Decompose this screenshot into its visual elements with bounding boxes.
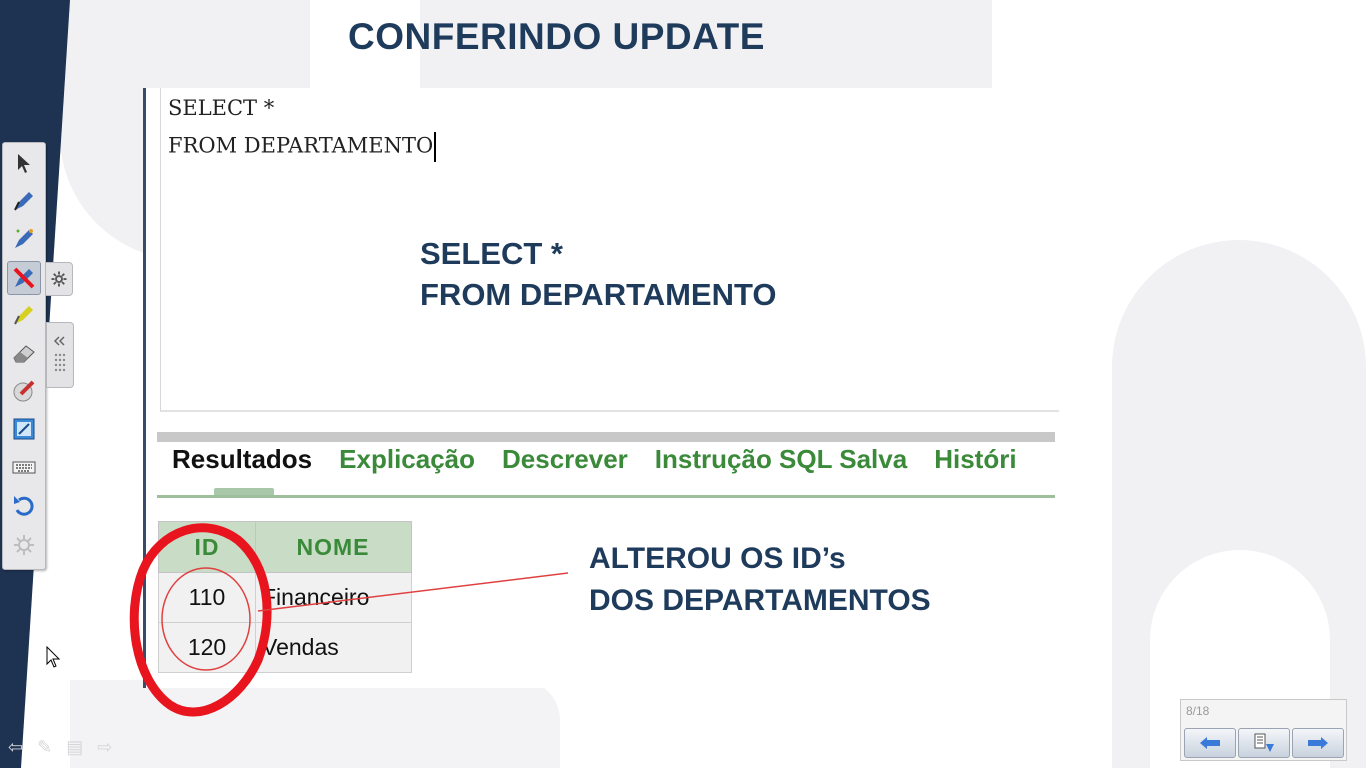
creative-pen-icon[interactable]: [8, 223, 40, 255]
ink-annotations: [129, 523, 569, 717]
eraser-icon[interactable]: [8, 337, 40, 369]
pen-icon[interactable]: ✎: [37, 737, 52, 758]
right-arrow-icon: [1308, 737, 1328, 749]
pen-settings-gear-icon[interactable]: [45, 262, 73, 296]
pen-icon[interactable]: [8, 185, 40, 217]
undo-icon[interactable]: [8, 489, 40, 521]
page-indicator: 8/18: [1186, 704, 1210, 718]
collapse-arrows-icon: [53, 336, 66, 372]
mouse-cursor-icon: [46, 646, 61, 668]
menu-down-icon: [1254, 733, 1274, 752]
slide-navigator: 8/18: [1180, 699, 1347, 761]
next-arrow-icon[interactable]: ⇨: [97, 737, 112, 758]
magic-pen-icon[interactable]: [8, 375, 40, 407]
ink-pointer-line: [257, 572, 569, 612]
previous-arrow-icon[interactable]: ⇦: [8, 737, 23, 758]
ink-circle-bold: [129, 523, 272, 717]
highlighter-icon[interactable]: [8, 299, 40, 331]
ink-circle-thin: [161, 567, 251, 671]
settings-icon[interactable]: [8, 529, 40, 561]
menu-icon[interactable]: ▤: [66, 737, 83, 758]
keyboard-icon[interactable]: [8, 451, 40, 483]
pen-toolbar: [2, 142, 46, 570]
left-arrow-icon: [1200, 737, 1220, 749]
screen-capture-icon[interactable]: [8, 413, 40, 445]
previous-slide-button[interactable]: [1184, 728, 1236, 758]
highlighter-pen-icon[interactable]: [7, 261, 41, 295]
slide-menu-button[interactable]: [1238, 728, 1290, 758]
next-slide-button[interactable]: [1292, 728, 1344, 758]
toolbar-collapse-handle[interactable]: [46, 322, 74, 388]
select-arrow-icon[interactable]: [8, 147, 40, 179]
presentation-controls: ⇦ ✎ ▤ ⇨: [8, 737, 112, 758]
